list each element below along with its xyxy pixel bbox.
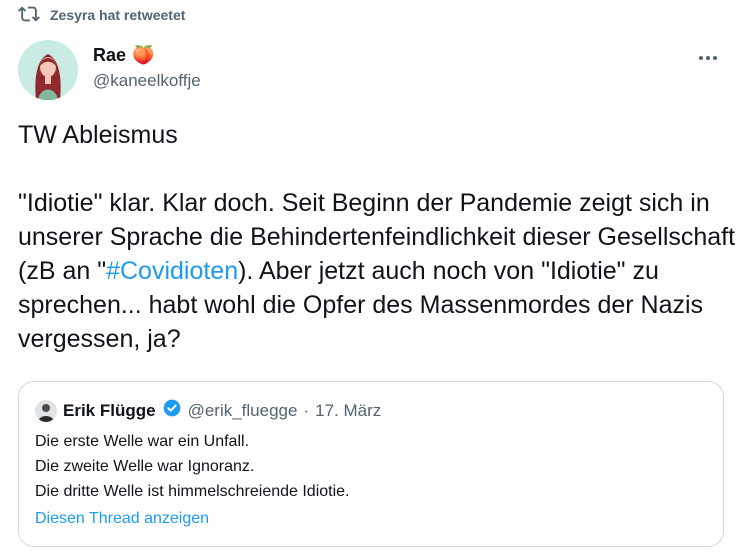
quote-avatar	[35, 399, 57, 422]
author-name: Rae	[93, 45, 127, 65]
quote-text: Die erste Welle war ein Unfall. Die zwei…	[35, 429, 350, 504]
avatar[interactable]	[18, 40, 78, 100]
quote-author-handle: @erik_fluegge	[187, 400, 298, 420]
show-thread-link[interactable]: Diesen Thread anzeigen	[35, 510, 209, 528]
retweet-icon	[18, 3, 40, 28]
retweet-context: Zesyra hat retweetet	[18, 4, 185, 26]
display-name[interactable]: Rae 🍑	[93, 45, 201, 66]
tweet-header: Rae 🍑 @kaneelkoffje	[18, 40, 730, 102]
retweet-label: Zesyra hat retweetet	[50, 7, 186, 23]
author-handle[interactable]: @kaneelkoffje	[93, 71, 201, 91]
quote-author-name: Erik Flügge	[63, 400, 156, 420]
quote-line: Die erste Welle war ein Unfall.	[35, 433, 250, 450]
verified-badge-icon	[162, 398, 182, 423]
quote-line: Die zweite Welle war Ignoranz.	[35, 458, 255, 475]
tweet-paragraph: "Idiotie" klar. Klar doch. Seit Beginn d…	[18, 186, 738, 356]
author-block[interactable]: Rae 🍑 @kaneelkoffje	[93, 45, 201, 91]
tweet-text: TW Ableismus "Idiotie" klar. Klar doch. …	[18, 118, 738, 356]
tweet-line-tw: TW Ableismus	[18, 121, 178, 149]
hashtag-link[interactable]: #Covidioten	[106, 257, 238, 285]
quote-line: Die dritte Welle ist himmelschreiende Id…	[35, 483, 350, 500]
quote-tweet-card[interactable]: Erik Flügge @erik_fluegge · 17. März Die…	[18, 381, 724, 547]
quote-header: Erik Flügge @erik_fluegge · 17. März	[35, 398, 381, 423]
quote-separator: ·	[303, 400, 310, 420]
more-dots-icon[interactable]	[696, 46, 720, 70]
peach-emoji: 🍑	[132, 45, 155, 65]
quote-date: 17. März	[315, 400, 382, 420]
